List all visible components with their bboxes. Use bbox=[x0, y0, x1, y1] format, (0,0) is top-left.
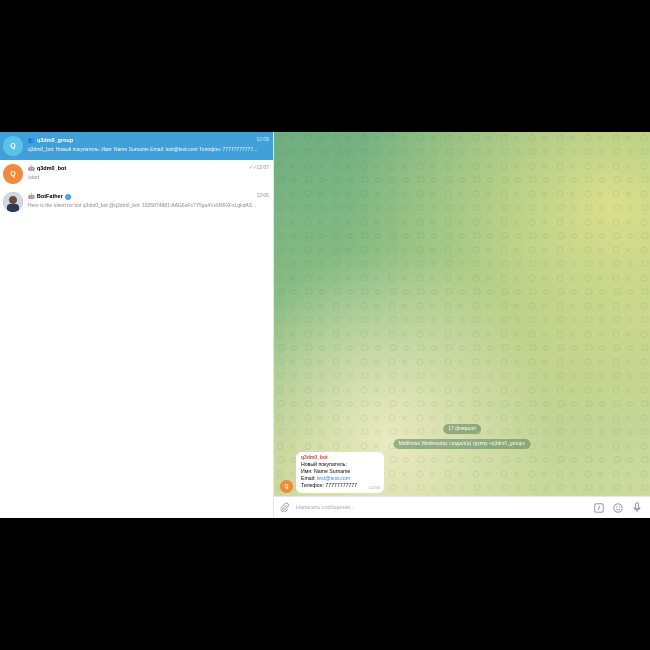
chat-preview: q3dm0_bot: Новый покупатель: Имя: Name S… bbox=[28, 147, 258, 153]
chat-time: 12:07 bbox=[256, 165, 269, 171]
chat-item-q3dm0-bot[interactable]: Q 🤖 q3dm0_bot ✓✓ 12:07 /start bbox=[0, 160, 273, 188]
email-label: Email: bbox=[301, 476, 317, 482]
message-composer bbox=[274, 496, 650, 518]
bot-command-icon[interactable] bbox=[593, 502, 605, 513]
message-group: Q q3dm0_bot Новый покупатель: Имя: Name … bbox=[280, 452, 384, 493]
message-avatar[interactable]: Q bbox=[280, 480, 293, 493]
verified-icon: ✓ bbox=[64, 193, 71, 200]
attach-icon[interactable] bbox=[280, 502, 290, 514]
avatar: Q bbox=[3, 136, 23, 156]
message-bubble[interactable]: q3dm0_bot Новый покупатель: Имя: Name Su… bbox=[296, 452, 384, 493]
chat-item-body: 🤖 BotFather ✓ 12:05 Here is the token fo… bbox=[28, 191, 273, 213]
chat-item-body: 🤖 q3dm0_bot ✓✓ 12:07 /start bbox=[28, 163, 273, 185]
chat-time: 12:05 bbox=[256, 193, 269, 199]
chat-item-body: 👥 q3dm0_group 12:08 q3dm0_bot: Новый пок… bbox=[28, 135, 273, 157]
message-line: Телефон: 77777777777 bbox=[301, 483, 358, 489]
message-line: Новый покупатель: bbox=[301, 462, 347, 468]
message-input[interactable] bbox=[294, 503, 593, 512]
message-line: Email: test@test.com bbox=[301, 476, 379, 483]
chat-item-q3dm0-group[interactable]: Q 👥 q3dm0_group 12:08 q3dm0_bot: Новый п… bbox=[0, 132, 273, 160]
bot-icon: 🤖 bbox=[28, 193, 35, 200]
chat-title: q3dm0_group bbox=[36, 137, 74, 144]
service-message: Matthews Wednesday создал(а) группу «q3d… bbox=[393, 439, 531, 449]
email-link[interactable]: test@test.com bbox=[317, 476, 350, 482]
chat-preview: /start bbox=[28, 175, 40, 181]
telegram-window: Q 👥 q3dm0_group 12:08 q3dm0_bot: Новый п… bbox=[0, 132, 650, 518]
chat-list: Q 👥 q3dm0_group 12:08 q3dm0_bot: Новый п… bbox=[0, 132, 274, 518]
avatar: Q bbox=[3, 164, 23, 184]
botfather-avatar bbox=[3, 192, 23, 212]
chat-preview: Here is the token for bot q3dm0_bot @q3d… bbox=[28, 203, 257, 209]
chat-wallpaper: 17 февраля Matthews Wednesday создал(а) … bbox=[274, 132, 650, 497]
date-separator: 17 февраля bbox=[443, 424, 481, 434]
chat-item-botfather[interactable]: 🤖 BotFather ✓ 12:05 Here is the token fo… bbox=[0, 188, 273, 216]
bot-icon: 🤖 bbox=[28, 165, 35, 172]
chat-title: q3dm0_bot bbox=[36, 165, 67, 172]
message-line: Имя: Name Surname bbox=[301, 469, 351, 475]
chat-title: BotFather bbox=[36, 193, 63, 200]
group-icon: 👥 bbox=[28, 137, 35, 144]
chat-panel: 17 февраля Matthews Wednesday создал(а) … bbox=[274, 132, 650, 518]
emoji-icon[interactable] bbox=[612, 502, 624, 513]
microphone-icon[interactable] bbox=[631, 502, 643, 513]
chat-time: 12:08 bbox=[256, 137, 269, 143]
message-sender[interactable]: q3dm0_bot bbox=[301, 455, 379, 461]
message-time: 12:08 bbox=[368, 485, 380, 490]
